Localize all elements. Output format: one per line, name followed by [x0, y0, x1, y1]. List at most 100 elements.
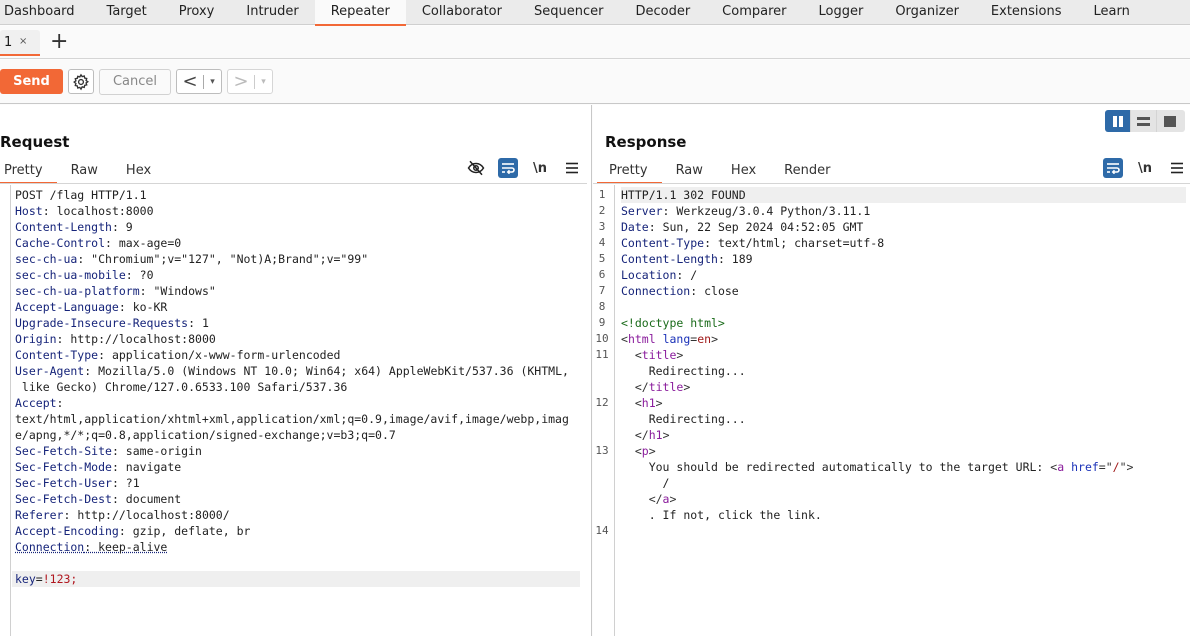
layout-side-by-side-button[interactable]: [1105, 110, 1131, 132]
body-param-value: !123;: [42, 572, 78, 586]
layout-single-button[interactable]: [1157, 110, 1183, 132]
code-line: 9 <!doctype html>: [593, 315, 1186, 331]
nav-tab-extensions[interactable]: Extensions: [975, 0, 1078, 25]
header-colon: :: [105, 236, 119, 250]
tag-bracket: </: [621, 428, 649, 442]
settings-button[interactable]: [68, 69, 94, 94]
tag-bracket: >: [676, 348, 684, 362]
header-name: Connection: [15, 540, 85, 554]
nav-tab-proxy[interactable]: Proxy: [163, 0, 231, 25]
nav-tab-logger[interactable]: Logger: [803, 0, 880, 25]
nav-tab-sequencer[interactable]: Sequencer: [518, 0, 619, 25]
nav-tab-collaborator[interactable]: Collaborator: [406, 0, 518, 25]
line-code: HTTP/1.1 302 FOUND: [621, 187, 1186, 203]
header-value: 1: [201, 316, 209, 330]
nav-tab-intruder[interactable]: Intruder: [230, 0, 314, 25]
nav-tab-decoder[interactable]: Decoder: [619, 0, 706, 25]
header-value: http://localhost:8000: [70, 332, 216, 346]
header-value: ko-KR: [132, 300, 168, 314]
code-line: 14: [593, 523, 1186, 539]
code-line: POST /flag HTTP/1.1: [15, 187, 580, 203]
header-colon: :: [98, 348, 112, 362]
code-line: Origin: http://localhost:8000: [15, 331, 580, 347]
header-name: Cache-Control: [15, 236, 106, 250]
line-number: 6: [598, 268, 606, 281]
nav-tab-target[interactable]: Target: [91, 0, 163, 25]
request-tab-hex[interactable]: Hex: [112, 160, 165, 184]
send-button[interactable]: Send: [0, 69, 63, 94]
line-code: You should be redirected automatically t…: [621, 459, 1186, 475]
code-line: 2 Server: Werkzeug/3.0.4 Python/3.11.1: [593, 203, 1186, 219]
history-back-button[interactable]: < ▾: [176, 69, 222, 94]
newline-icon[interactable]: \n: [530, 158, 550, 178]
header-value: ?1: [125, 476, 140, 490]
add-tab-button[interactable]: +: [50, 29, 68, 55]
nav-tab-organizer[interactable]: Organizer: [879, 0, 975, 25]
header-name: sec-ch-ua-platform: [15, 284, 140, 298]
close-tab-icon[interactable]: ×: [19, 36, 27, 47]
request-tab-raw[interactable]: Raw: [57, 160, 112, 184]
response-tab-raw[interactable]: Raw: [662, 160, 717, 184]
header-value: "Chromium";v="127", "Not)A;Brand";v="99": [91, 252, 369, 266]
cancel-button: Cancel: [99, 69, 171, 95]
header-value: keep-alive: [98, 540, 168, 554]
header-colon: :: [63, 508, 78, 522]
code-line: 8: [593, 299, 1186, 315]
layout-top-bottom-button[interactable]: [1131, 110, 1157, 132]
hide-eye-icon[interactable]: [466, 158, 486, 178]
request-editor-actions: \n: [466, 158, 582, 178]
wrap-lines-icon[interactable]: [498, 158, 518, 178]
code-line: 1 HTTP/1.1 302 FOUND: [593, 187, 1186, 203]
header-value-wrapped: e/apng,*/*;q=0.8,application/signed-exch…: [15, 428, 396, 442]
tag-bracket: >: [655, 396, 663, 410]
nav-tab-learn[interactable]: Learn: [1078, 0, 1146, 25]
tag-bracket: >: [683, 380, 691, 394]
html-tag: h1: [648, 428, 663, 442]
header-value: 9: [125, 220, 133, 234]
header-colon: :: [690, 284, 705, 298]
line-code: Content-Length: 189: [621, 251, 1186, 267]
line-number: 7: [598, 284, 606, 297]
response-tab-render[interactable]: Render: [770, 160, 844, 184]
code-line: </title>: [593, 379, 1186, 395]
menu-icon[interactable]: [562, 158, 582, 178]
header-name: Sec-Fetch-Mode: [15, 460, 112, 474]
nav-tab-comparer[interactable]: Comparer: [706, 0, 802, 25]
code-line: Sec-Fetch-Dest: document: [15, 491, 580, 507]
header-value: ?0: [139, 268, 154, 282]
line-code: /: [621, 475, 1186, 491]
header-value: text/html; charset=utf-8: [717, 236, 885, 250]
chevron-left-icon[interactable]: <: [177, 70, 203, 93]
line-number: 9: [598, 316, 606, 329]
code-line: Content-Length: 9: [15, 219, 580, 235]
line-code: </a>: [621, 491, 1186, 507]
code-line: You should be redirected automatically t…: [593, 459, 1186, 475]
code-line: Upgrade-Insecure-Requests: 1: [15, 315, 580, 331]
nav-tab-dashboard[interactable]: Dashboard: [0, 0, 91, 25]
menu-icon[interactable]: [1167, 158, 1187, 178]
request-tab-pretty[interactable]: Pretty: [0, 160, 57, 184]
dropdown-arrow-icon[interactable]: ▾: [204, 77, 221, 87]
response-editor-actions: \n: [1103, 158, 1187, 178]
code-line: . If not, click the link.: [593, 507, 1186, 523]
response-tab-hex[interactable]: Hex: [717, 160, 770, 184]
request-editor[interactable]: POST /flag HTTP/1.1 Host: localhost:8000 C…: [0, 185, 590, 636]
newline-icon[interactable]: \n: [1135, 158, 1155, 178]
chevron-right-icon: >: [233, 71, 249, 92]
line-code: Content-Type: text/html; charset=utf-8: [621, 235, 1186, 251]
response-tab-pretty[interactable]: Pretty: [597, 160, 662, 184]
response-editor[interactable]: 1 HTTP/1.1 302 FOUND 2 Server: Werkzeug/3.0…: [593, 185, 1190, 636]
repeater-tab-1[interactable]: 1 ×: [0, 30, 40, 56]
single-pane-icon: [1164, 115, 1176, 127]
header-colon: :: [84, 540, 99, 554]
line-code: Location: /: [621, 267, 1186, 283]
nav-tab-repeater[interactable]: Repeater: [314, 0, 406, 26]
line-number: 2: [598, 204, 606, 217]
line-number: 11: [595, 348, 609, 361]
code-line: /: [593, 475, 1186, 491]
wrap-lines-icon[interactable]: [1103, 158, 1123, 178]
header-value: /: [690, 268, 698, 282]
